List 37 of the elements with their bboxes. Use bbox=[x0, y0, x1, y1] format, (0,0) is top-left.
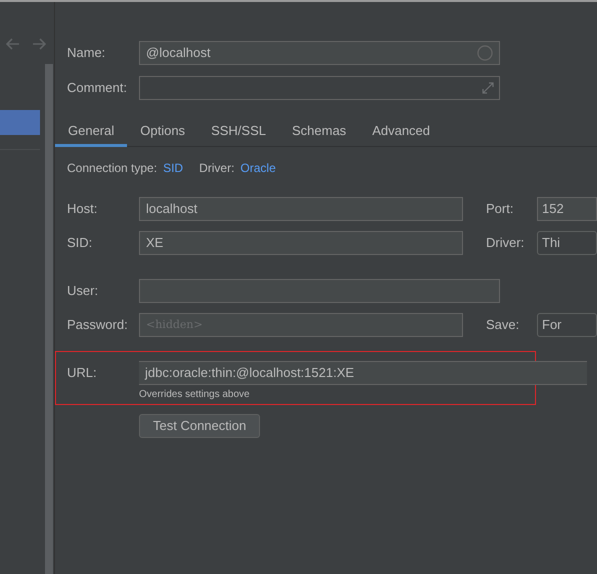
field-label: URL: bbox=[67, 364, 98, 382]
tab[interactable]: General bbox=[55, 117, 128, 147]
field-label: Password: bbox=[67, 316, 129, 334]
info-link[interactable]: Oracle bbox=[240, 159, 276, 177]
info-label: Driver: bbox=[199, 160, 234, 177]
selected-list-item[interactable] bbox=[0, 110, 40, 135]
dropdown[interactable]: For bbox=[537, 313, 597, 337]
tab[interactable]: Advanced bbox=[359, 117, 444, 147]
info-label: Connection type: bbox=[67, 160, 158, 177]
info-link[interactable]: SID bbox=[163, 159, 184, 177]
field-label: Save: bbox=[486, 316, 520, 334]
field-label: Host: bbox=[67, 200, 98, 218]
input-field[interactable]: 152 bbox=[537, 197, 597, 221]
field-value: @localhost bbox=[146, 44, 211, 62]
field-label: User: bbox=[67, 282, 100, 300]
input-field[interactable]: localhost bbox=[139, 197, 463, 221]
field-label: Driver: bbox=[486, 234, 526, 252]
hint-text: Overrides settings above bbox=[139, 388, 250, 402]
field-label: SID: bbox=[67, 234, 94, 252]
tab[interactable]: Options bbox=[127, 117, 198, 147]
url-field[interactable]: jdbc:oracle:thin:@localhost:1521:XE bbox=[139, 361, 587, 385]
field-label: Port: bbox=[486, 200, 514, 218]
name-field[interactable]: @localhost bbox=[139, 41, 500, 65]
field-label: Comment: bbox=[67, 79, 128, 98]
circle-icon[interactable] bbox=[477, 45, 493, 61]
test-connection-button[interactable]: Test Connection bbox=[139, 414, 260, 438]
input-field[interactable]: XE bbox=[139, 231, 463, 255]
input-field[interactable] bbox=[139, 279, 500, 303]
expand-icon[interactable] bbox=[482, 82, 494, 94]
forward-arrow-icon[interactable] bbox=[32, 38, 46, 50]
scrollbar[interactable] bbox=[45, 64, 53, 574]
back-arrow-icon[interactable] bbox=[6, 38, 20, 50]
comment-field[interactable] bbox=[139, 76, 500, 100]
tab[interactable]: SSH/SSL bbox=[198, 117, 279, 147]
dropdown[interactable]: Thi bbox=[537, 231, 597, 255]
tab[interactable]: Schemas bbox=[278, 117, 360, 147]
field-label: Name: bbox=[67, 44, 106, 62]
